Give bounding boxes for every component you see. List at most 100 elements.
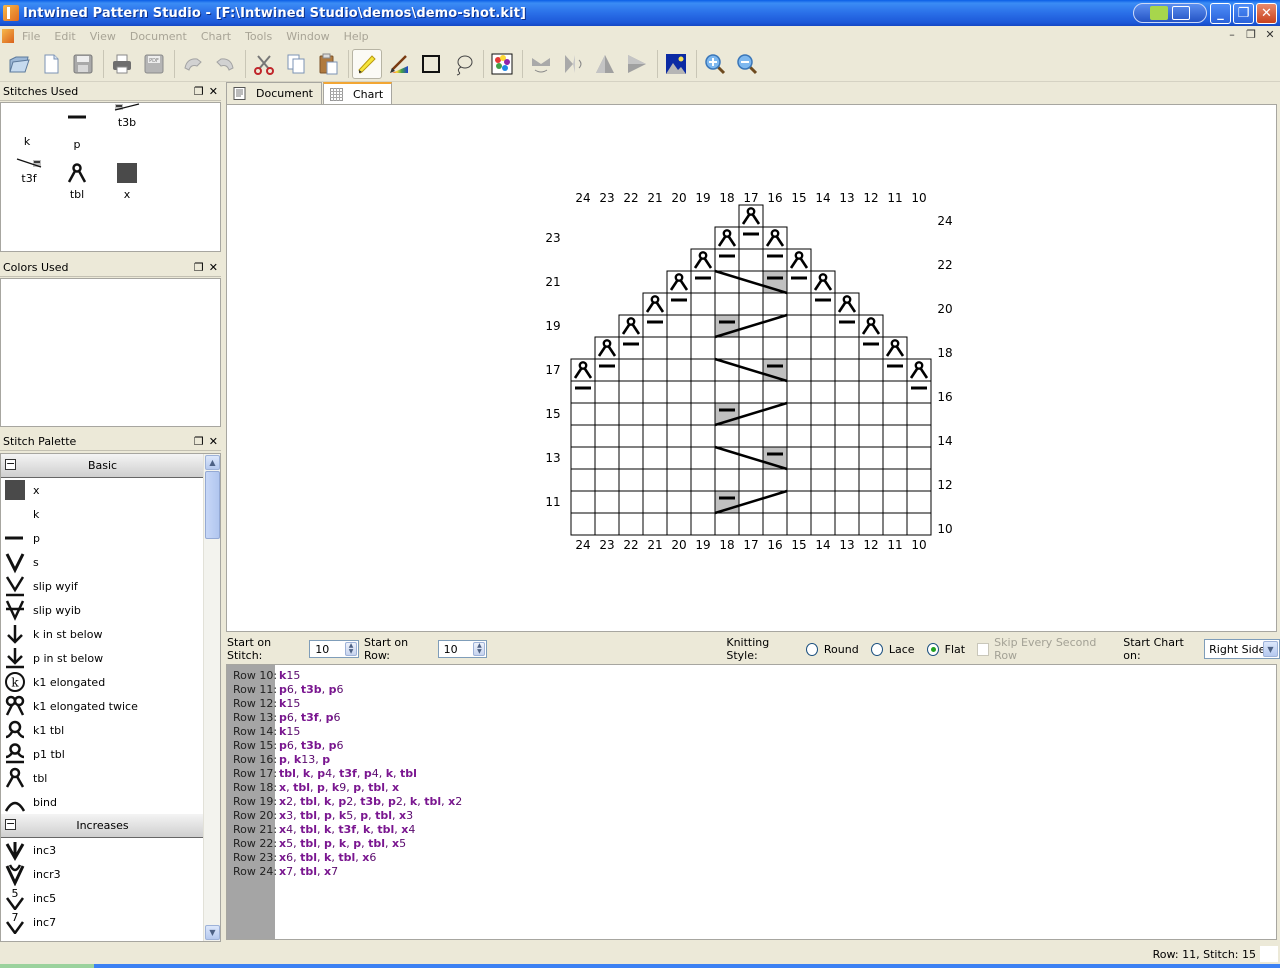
spinner-arrows-icon[interactable]: ▲ ▼: [345, 642, 358, 656]
chart-cell[interactable]: [786, 424, 812, 448]
chart-cell[interactable]: [906, 512, 932, 536]
collapse-icon[interactable]: −: [5, 458, 16, 470]
save-button[interactable]: [68, 49, 98, 79]
chart-cell[interactable]: [858, 424, 884, 448]
chart-cell[interactable]: [810, 468, 836, 492]
chart-cell[interactable]: [738, 292, 764, 316]
chart-cell[interactable]: [690, 446, 716, 470]
chart-cell[interactable]: [594, 490, 620, 514]
chart-cell[interactable]: [642, 402, 668, 426]
chart-cell[interactable]: [882, 402, 908, 426]
chart-cell[interactable]: [882, 490, 908, 514]
chart-cell[interactable]: [738, 424, 764, 448]
chart-cell[interactable]: [834, 424, 860, 448]
stitch-used-p[interactable]: p: [55, 107, 99, 151]
chart-cell[interactable]: [618, 380, 644, 404]
chart-cell[interactable]: [690, 358, 716, 382]
chart-cell[interactable]: [714, 336, 740, 360]
chart-cell[interactable]: [618, 446, 644, 470]
chart-cell[interactable]: [834, 336, 860, 360]
chart-cell[interactable]: [762, 424, 788, 448]
chart-cell[interactable]: [762, 512, 788, 536]
float-panel-icon[interactable]: ❐: [194, 261, 204, 274]
instruction-row[interactable]: Row 10: k15: [227, 669, 300, 683]
chart-cell[interactable]: [858, 446, 884, 470]
zoom-in-button[interactable]: [700, 49, 730, 79]
doc-minimize-button[interactable]: –: [1224, 28, 1240, 43]
chart-cell[interactable]: [690, 270, 716, 294]
collapse-icon[interactable]: −: [5, 818, 16, 830]
chart-cell[interactable]: [906, 380, 932, 404]
chart-cell[interactable]: [618, 336, 644, 360]
chart-cell[interactable]: [714, 248, 740, 272]
zoom-out-button[interactable]: [732, 49, 762, 79]
chart-cell[interactable]: [642, 512, 668, 536]
paste-button[interactable]: [313, 49, 343, 79]
chart-cell[interactable]: [738, 248, 764, 272]
palette-group-increases[interactable]: − Increases: [1, 814, 204, 838]
chart-cell[interactable]: [666, 424, 692, 448]
chart-cell[interactable]: [690, 490, 716, 514]
scroll-down-arrow[interactable]: ▼: [205, 925, 220, 940]
stitch-used-tbl[interactable]: tbl: [55, 161, 99, 201]
palette-item-slip-wyib[interactable]: slip wyib: [1, 598, 204, 622]
chart-cell[interactable]: [666, 380, 692, 404]
chart-cell[interactable]: [834, 402, 860, 426]
spinner-arrows-icon[interactable]: ▲ ▼: [473, 642, 486, 656]
chart-cell[interactable]: [882, 424, 908, 448]
chart-cell[interactable]: [666, 358, 692, 382]
instruction-row[interactable]: Row 12: k15: [227, 697, 300, 711]
palette-item-tbl[interactable]: tbl: [1, 766, 204, 790]
lasso-select-button[interactable]: [448, 49, 478, 79]
palette-item-inc7[interactable]: 7 inc7: [1, 910, 204, 934]
palette-item-inc3[interactable]: inc3: [1, 838, 204, 862]
stitch-used-k[interactable]: k: [5, 107, 49, 148]
mirror-horizontal-button[interactable]: [622, 49, 652, 79]
chart-cell[interactable]: [570, 468, 596, 492]
color-brush-button[interactable]: [384, 49, 414, 79]
chart-cell[interactable]: [858, 380, 884, 404]
chart-cell[interactable]: [618, 512, 644, 536]
nvidia-icon[interactable]: [1150, 6, 1168, 20]
chart-cell[interactable]: [786, 446, 812, 470]
chart-cell[interactable]: [906, 402, 932, 426]
chart-cell[interactable]: [834, 314, 860, 338]
close-button[interactable]: ✕: [1256, 3, 1277, 24]
rectangle-select-button[interactable]: [416, 49, 446, 79]
chart-cell[interactable]: [666, 468, 692, 492]
style-lace-radio[interactable]: [870, 642, 883, 656]
switch-display-icon[interactable]: [1172, 6, 1190, 20]
chart-cell[interactable]: [786, 314, 812, 338]
chart-cell[interactable]: [762, 292, 788, 316]
chart-cell[interactable]: [882, 468, 908, 492]
start-on-stitch-value[interactable]: 10: [310, 643, 329, 656]
stitch-used-t3b[interactable]: t3b: [105, 103, 149, 129]
chart-cell[interactable]: [570, 512, 596, 536]
palette-item-k[interactable]: k: [1, 502, 204, 526]
chart-cell[interactable]: [786, 270, 812, 294]
chart-cell[interactable]: [594, 424, 620, 448]
palette-item-bind[interactable]: bind: [1, 790, 204, 814]
chart-cell[interactable]: [666, 314, 692, 338]
flip-horizontal-button[interactable]: [558, 49, 588, 79]
instruction-row[interactable]: Row 14: k15: [227, 725, 300, 739]
instruction-row[interactable]: Row 17: tbl, k, p4, t3f, p4, k, tbl: [227, 767, 417, 781]
chart-cell[interactable]: [786, 292, 812, 316]
chart-cell[interactable]: [690, 314, 716, 338]
style-flat-radio[interactable]: [926, 642, 939, 656]
close-panel-icon[interactable]: ✕: [209, 261, 218, 274]
redo-button[interactable]: [210, 49, 240, 79]
chart-cell[interactable]: [690, 402, 716, 426]
chart-cell[interactable]: [858, 512, 884, 536]
chart-cell[interactable]: [786, 358, 812, 382]
new-button[interactable]: [36, 49, 66, 79]
menu-document[interactable]: Document: [130, 30, 187, 43]
chart-cell[interactable]: [786, 468, 812, 492]
chart-cell[interactable]: [762, 468, 788, 492]
menu-window[interactable]: Window: [286, 30, 329, 43]
chart-cell[interactable]: [810, 314, 836, 338]
start-on-row-value[interactable]: 10: [439, 643, 458, 656]
chart-cell[interactable]: [762, 380, 788, 404]
chart-cell[interactable]: [642, 336, 668, 360]
chart-cell[interactable]: [642, 380, 668, 404]
